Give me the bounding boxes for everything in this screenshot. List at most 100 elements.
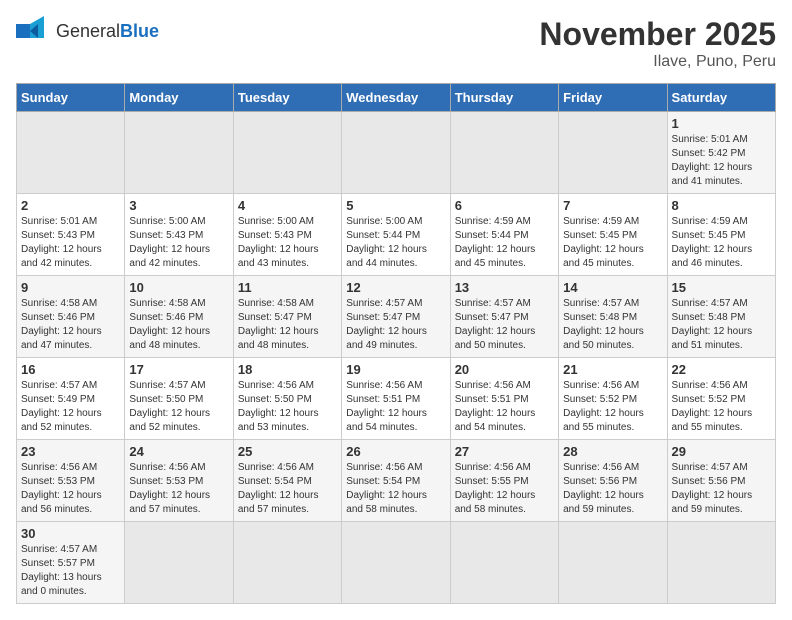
cell-info: Sunrise: 5:00 AM Sunset: 5:43 PM Dayligh… [238, 215, 337, 271]
calendar-cell: 27 Sunrise: 4:56 AM Sunset: 5:55 PM Dayli… [450, 440, 558, 522]
day-number: 25 [238, 444, 337, 459]
calendar-cell: 5 Sunrise: 5:00 AM Sunset: 5:44 PM Daylig… [342, 194, 450, 276]
logo-text: GeneralBlue [56, 21, 159, 42]
week-row-4: 16Sunrise: 4:57 AM Sunset: 5:49 PM Dayli… [17, 358, 776, 440]
cell-info: Sunrise: 4:56 AM Sunset: 5:54 PM Dayligh… [346, 461, 445, 517]
calendar-cell: 23Sunrise: 4:56 AM Sunset: 5:53 PM Dayli… [17, 440, 125, 522]
logo-icon [16, 16, 52, 46]
day-number: 20 [455, 362, 554, 377]
calendar-cell: 14Sunrise: 4:57 AM Sunset: 5:48 PM Dayli… [559, 276, 667, 358]
cell-info: Sunrise: 4:59 AM Sunset: 5:45 PM Dayligh… [563, 215, 662, 271]
location: Ilave, Puno, Peru [539, 53, 776, 71]
cell-info: Sunrise: 4:56 AM Sunset: 5:51 PM Dayligh… [346, 379, 445, 435]
calendar-cell: 9 Sunrise: 4:58 AM Sunset: 5:46 PM Daylig… [17, 276, 125, 358]
calendar-cell [450, 112, 558, 194]
cell-info: Sunrise: 4:56 AM Sunset: 5:52 PM Dayligh… [672, 379, 771, 435]
header-day-monday: Monday [125, 84, 233, 112]
day-number: 24 [129, 444, 228, 459]
calendar-cell [342, 112, 450, 194]
day-number: 28 [563, 444, 662, 459]
day-number: 1 [672, 116, 771, 131]
calendar-cell: 28 Sunrise: 4:56 AM Sunset: 5:56 PM Dayli… [559, 440, 667, 522]
calendar-table: SundayMondayTuesdayWednesdayThursdayFrid… [16, 83, 776, 604]
header-day-tuesday: Tuesday [233, 84, 341, 112]
day-number: 2 [21, 198, 120, 213]
calendar-cell: 22 Sunrise: 4:56 AM Sunset: 5:52 PM Dayli… [667, 358, 775, 440]
week-row-3: 9 Sunrise: 4:58 AM Sunset: 5:46 PM Daylig… [17, 276, 776, 358]
header-day-friday: Friday [559, 84, 667, 112]
cell-info: Sunrise: 4:57 AM Sunset: 5:56 PM Dayligh… [672, 461, 771, 517]
day-number: 3 [129, 198, 228, 213]
calendar-cell: 13Sunrise: 4:57 AM Sunset: 5:47 PM Dayli… [450, 276, 558, 358]
calendar-cell: 21 Sunrise: 4:56 AM Sunset: 5:52 PM Dayli… [559, 358, 667, 440]
calendar-cell: 30Sunrise: 4:57 AM Sunset: 5:57 PM Dayli… [17, 522, 125, 604]
calendar-cell: 10Sunrise: 4:58 AM Sunset: 5:46 PM Dayli… [125, 276, 233, 358]
calendar-cell: 15 Sunrise: 4:57 AM Sunset: 5:48 PM Dayli… [667, 276, 775, 358]
calendar-cell [125, 112, 233, 194]
calendar-cell [125, 522, 233, 604]
day-number: 21 [563, 362, 662, 377]
cell-info: Sunrise: 5:00 AM Sunset: 5:44 PM Dayligh… [346, 215, 445, 271]
day-number: 12 [346, 280, 445, 295]
week-row-2: 2 Sunrise: 5:01 AM Sunset: 5:43 PM Daylig… [17, 194, 776, 276]
cell-info: Sunrise: 4:56 AM Sunset: 5:54 PM Dayligh… [238, 461, 337, 517]
header-day-thursday: Thursday [450, 84, 558, 112]
cell-info: Sunrise: 4:59 AM Sunset: 5:45 PM Dayligh… [672, 215, 771, 271]
cell-info: Sunrise: 4:56 AM Sunset: 5:55 PM Dayligh… [455, 461, 554, 517]
cell-info: Sunrise: 4:57 AM Sunset: 5:47 PM Dayligh… [346, 297, 445, 353]
cell-info: Sunrise: 4:57 AM Sunset: 5:48 PM Dayligh… [563, 297, 662, 353]
week-row-1: 1Sunrise: 5:01 AM Sunset: 5:42 PM Daylig… [17, 112, 776, 194]
day-number: 7 [563, 198, 662, 213]
calendar-cell [559, 522, 667, 604]
calendar-cell: 12 Sunrise: 4:57 AM Sunset: 5:47 PM Dayli… [342, 276, 450, 358]
calendar-cell: 4 Sunrise: 5:00 AM Sunset: 5:43 PM Daylig… [233, 194, 341, 276]
month-title: November 2025 [539, 16, 776, 53]
cell-info: Sunrise: 4:57 AM Sunset: 5:48 PM Dayligh… [672, 297, 771, 353]
day-number: 27 [455, 444, 554, 459]
cell-info: Sunrise: 5:01 AM Sunset: 5:43 PM Dayligh… [21, 215, 120, 271]
day-number: 30 [21, 526, 120, 541]
calendar-cell [233, 112, 341, 194]
cell-info: Sunrise: 4:58 AM Sunset: 5:46 PM Dayligh… [21, 297, 120, 353]
cell-info: Sunrise: 4:56 AM Sunset: 5:52 PM Dayligh… [563, 379, 662, 435]
day-number: 9 [21, 280, 120, 295]
calendar-cell: 7 Sunrise: 4:59 AM Sunset: 5:45 PM Daylig… [559, 194, 667, 276]
week-row-6: 30Sunrise: 4:57 AM Sunset: 5:57 PM Dayli… [17, 522, 776, 604]
logo: GeneralBlue [16, 16, 159, 46]
cell-info: Sunrise: 4:58 AM Sunset: 5:46 PM Dayligh… [129, 297, 228, 353]
page-header: GeneralBlue November 2025 Ilave, Puno, P… [16, 16, 776, 71]
calendar-cell: 29Sunrise: 4:57 AM Sunset: 5:56 PM Dayli… [667, 440, 775, 522]
cell-info: Sunrise: 4:56 AM Sunset: 5:53 PM Dayligh… [129, 461, 228, 517]
calendar-cell: 1Sunrise: 5:01 AM Sunset: 5:42 PM Daylig… [667, 112, 775, 194]
calendar-cell: 26Sunrise: 4:56 AM Sunset: 5:54 PM Dayli… [342, 440, 450, 522]
calendar-cell: 25 Sunrise: 4:56 AM Sunset: 5:54 PM Dayli… [233, 440, 341, 522]
cell-info: Sunrise: 4:57 AM Sunset: 5:49 PM Dayligh… [21, 379, 120, 435]
cell-info: Sunrise: 4:59 AM Sunset: 5:44 PM Dayligh… [455, 215, 554, 271]
calendar-cell: 11Sunrise: 4:58 AM Sunset: 5:47 PM Dayli… [233, 276, 341, 358]
calendar-cell: 18 Sunrise: 4:56 AM Sunset: 5:50 PM Dayli… [233, 358, 341, 440]
day-number: 18 [238, 362, 337, 377]
calendar-cell [559, 112, 667, 194]
week-row-5: 23 Sunrise: 4:56 AM Sunset: 5:53 PM Dayli… [17, 440, 776, 522]
day-number: 5 [346, 198, 445, 213]
day-number: 15 [672, 280, 771, 295]
calendar-cell: 3 Sunrise: 5:00 AM Sunset: 5:43 PM Daylig… [125, 194, 233, 276]
day-number: 23 [21, 444, 120, 459]
cell-info: Sunrise: 4:56 AM Sunset: 5:50 PM Dayligh… [238, 379, 337, 435]
day-number: 19 [346, 362, 445, 377]
day-number: 4 [238, 198, 337, 213]
header-day-sunday: Sunday [17, 84, 125, 112]
cell-info: Sunrise: 4:56 AM Sunset: 5:56 PM Dayligh… [563, 461, 662, 517]
calendar-cell: 19 Sunrise: 4:56 AM Sunset: 5:51 PM Dayli… [342, 358, 450, 440]
cell-info: Sunrise: 4:57 AM Sunset: 5:50 PM Dayligh… [129, 379, 228, 435]
cell-info: Sunrise: 5:00 AM Sunset: 5:43 PM Dayligh… [129, 215, 228, 271]
day-number: 8 [672, 198, 771, 213]
calendar-cell: 8 Sunrise: 4:59 AM Sunset: 5:45 PM Daylig… [667, 194, 775, 276]
day-number: 11 [238, 280, 337, 295]
calendar-cell [342, 522, 450, 604]
day-number: 22 [672, 362, 771, 377]
cell-info: Sunrise: 4:57 AM Sunset: 5:47 PM Dayligh… [455, 297, 554, 353]
title-block: November 2025 Ilave, Puno, Peru [539, 16, 776, 71]
cell-info: Sunrise: 4:56 AM Sunset: 5:51 PM Dayligh… [455, 379, 554, 435]
calendar-cell: 20 Sunrise: 4:56 AM Sunset: 5:51 PM Dayli… [450, 358, 558, 440]
